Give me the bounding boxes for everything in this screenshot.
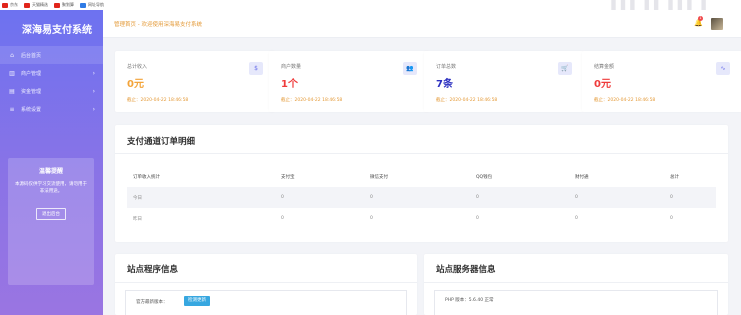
bookmark-item[interactable]: 聚划算	[54, 2, 74, 8]
table-header-cell: 财付通	[575, 174, 589, 180]
stat-value: 1个	[281, 79, 298, 90]
chevron-right-icon: ›	[92, 105, 95, 113]
table-cell: 0	[470, 187, 569, 208]
divider	[115, 282, 417, 283]
notification-badge: 1	[698, 16, 703, 21]
program-info-panel: 站点程序信息 官方最新版本： 检测更新	[115, 254, 417, 315]
stat-title: 订单总数	[436, 64, 457, 70]
server-info-panel: 站点服务器信息 PHP 版本：5.6.40 正常	[424, 254, 728, 315]
sidebar: 深海易支付系统 ⌂ 后台首页 ▥ 商户管理 › ▤ 资金管理 › ≡ 系统设置 › 温馨提醒 本源码…	[0, 10, 103, 315]
stat-title: 结算金额	[594, 64, 615, 70]
table-header-cell: 订单收入统计	[133, 174, 160, 180]
bookmark-icon	[2, 2, 8, 8]
check-update-button[interactable]: 检测更新	[184, 296, 210, 306]
bookmark-icon	[24, 2, 30, 8]
bookmark-label: 聚划算	[62, 2, 74, 7]
stat-value: 7条	[436, 79, 453, 90]
panel-title: 站点程序信息	[127, 265, 179, 275]
table-cell: 0	[281, 216, 284, 221]
table-header-cell: 总计	[670, 174, 679, 180]
bookmark-label: 网址导航	[88, 2, 104, 7]
table-cell: 0	[575, 216, 578, 221]
php-version-text: PHP 版本：5.6.40 正常	[445, 298, 494, 303]
sidebar-item[interactable]: ▤ 资金管理 ›	[0, 82, 103, 100]
top-header: 管理首页 - 欢迎使用深海易支付系统 🔔 1	[103, 10, 741, 38]
table-cell: 0	[569, 187, 664, 208]
logout-button[interactable]: 退出后台	[36, 207, 66, 220]
table-header-row: 订单收入统计 支付宝 微信支付 QQ钱包 财付通 总计	[127, 166, 716, 187]
stat-title: 总计收入	[127, 64, 148, 70]
sidebar-item-label: 系统设置	[21, 106, 42, 113]
stat-title: 商户数量	[281, 64, 302, 70]
brand-title: 深海易支付系统	[22, 24, 92, 36]
table-cell: 0	[364, 187, 470, 208]
divider	[424, 282, 728, 283]
stat-card: 结算金额 0元截止：2020-04-22 18:46:58 ∿	[582, 51, 741, 112]
stat-card: 商户数量 1个截止：2020-04-22 18:46:58 👥	[269, 51, 429, 112]
sidebar-item[interactable]: ≡ 系统设置 ›	[0, 100, 103, 118]
notice-title: 温馨提醒	[38, 168, 63, 175]
users-icon: 👥	[403, 62, 417, 75]
sidebar-item[interactable]: ⌂ 后台首页	[0, 46, 103, 64]
stat-card: 订单总数 7条截止：2020-04-22 18:46:58 🛒	[424, 51, 584, 112]
chevron-right-icon: ›	[92, 87, 95, 95]
cart-icon: 🛒	[558, 62, 572, 75]
gauge-icon: ⌂	[10, 51, 14, 59]
app-root: 京东 天猫精选 聚划算 网址导航 ▌▌▌ ▌▌ ▌▌▌ ▌ 深海易支付系统 ⌂ 后台首页…	[0, 0, 741, 315]
table-cell: 0	[670, 216, 673, 221]
sidebar-item[interactable]: ▥ 商户管理 ›	[0, 64, 103, 82]
avatar[interactable]	[711, 18, 723, 30]
order-table: 订单收入统计 支付宝 微信支付 QQ钱包 财付通 总计 今日 0 0 0 0 0 昨日 0 0 0 0 0	[127, 166, 716, 229]
divider	[115, 153, 728, 154]
sidebar-item-label: 后台首页	[21, 52, 42, 59]
table-cell: 今日	[127, 187, 275, 208]
stat-date: 截止：2020-04-22 18:46:58	[281, 98, 343, 103]
chevron-right-icon: ›	[92, 69, 95, 77]
welcome-text: 管理首页 - 欢迎使用深海易支付系统	[114, 22, 202, 28]
table-cell: 0	[370, 216, 373, 221]
table-cell: 昨日	[133, 216, 142, 222]
chart-icon: ∿	[716, 62, 730, 75]
ledger-icon: ▤	[9, 87, 15, 95]
notice-body: 本源码仅供学习交流使用，请勿用于非法用途。	[15, 182, 87, 195]
notice-card: 温馨提醒 本源码仅供学习交流使用，请勿用于非法用途。 退出后台	[8, 158, 94, 285]
table-header-cell: 支付宝	[281, 174, 295, 180]
bookmark-label: 天猫精选	[32, 2, 48, 7]
bookmark-item[interactable]: 天猫精选	[24, 2, 48, 8]
table-cell: 0	[476, 216, 479, 221]
stat-value: 0元	[127, 79, 144, 90]
bookmark-icon	[80, 2, 86, 8]
stat-card: 总计收入 0元截止：2020-04-22 18:46:58 $	[115, 51, 275, 112]
bookmark-item[interactable]: 网址导航	[80, 2, 104, 8]
sidebar-nav: ⌂ 后台首页 ▥ 商户管理 › ▤ 资金管理 › ≡ 系统设置 ›	[0, 46, 103, 118]
panel-title: 站点服务器信息	[436, 265, 496, 275]
table-header-cell: QQ钱包	[476, 174, 493, 180]
table-header-cell: 微信支付	[370, 174, 388, 180]
bookmark-item[interactable]: 京东	[2, 2, 18, 8]
table-cell: 0	[275, 187, 364, 208]
table-cell: 0	[664, 187, 716, 208]
table-row: 今日 0 0 0 0 0	[127, 187, 716, 208]
program-info-box: 官方最新版本： 检测更新	[125, 290, 407, 315]
sidebar-item-label: 商户管理	[21, 70, 42, 77]
stat-value: 0元	[594, 79, 611, 90]
stat-date: 截止：2020-04-22 18:46:58	[127, 98, 189, 103]
table-row: 昨日 0 0 0 0 0	[127, 208, 716, 229]
stat-date: 截止：2020-04-22 18:46:58	[436, 98, 498, 103]
bookmark-icon	[54, 2, 60, 8]
stat-date: 截止：2020-04-22 18:46:58	[594, 98, 656, 103]
list-icon: ≡	[9, 105, 15, 113]
panel-title: 支付通道订单明细	[127, 137, 196, 147]
sidebar-item-label: 资金管理	[21, 88, 42, 95]
latest-version-label: 官方最新版本：	[136, 300, 168, 305]
order-detail-panel: 支付通道订单明细 订单收入统计 支付宝 微信支付 QQ钱包 财付通 总计 今日 0 0 0 0 0 昨…	[115, 125, 728, 242]
bars-icon: ▥	[9, 69, 15, 77]
bookmark-label: 京东	[10, 2, 18, 7]
dollar-icon: $	[249, 62, 263, 75]
server-info-box: PHP 版本：5.6.40 正常	[434, 290, 718, 315]
